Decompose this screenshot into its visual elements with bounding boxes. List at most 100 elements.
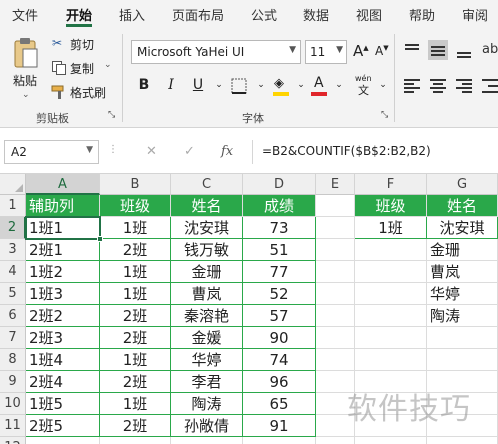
tab-home[interactable]: 开始 [66, 5, 92, 24]
column-header-e[interactable]: E [316, 174, 355, 195]
table-cell[interactable]: 2班4 [26, 371, 100, 393]
orientation-icon[interactable]: ab [482, 42, 498, 57]
chevron-down-icon[interactable]: ⌄ [328, 74, 350, 96]
tab-page-layout[interactable]: 页面布局 [172, 5, 224, 24]
bold-button[interactable]: B [133, 74, 155, 96]
row-header-4[interactable]: 4 [0, 261, 26, 283]
tab-data[interactable]: 数据 [303, 5, 329, 24]
grid-cell[interactable] [427, 349, 498, 371]
grid-cell[interactable] [316, 195, 355, 217]
tab-formulas[interactable]: 公式 [251, 5, 277, 24]
grid-cell[interactable] [316, 437, 355, 444]
row-header-11[interactable]: 11 [0, 415, 26, 437]
table-cell[interactable]: 96 [243, 371, 316, 393]
decrease-indent-button[interactable] [480, 76, 498, 96]
grid-cell[interactable] [316, 349, 355, 371]
grid-cell[interactable] [355, 437, 427, 444]
lookup-cell[interactable]: 华婷 [427, 283, 498, 305]
table-header-cell[interactable]: 成绩 [243, 195, 316, 217]
table-cell[interactable]: 1班5 [26, 393, 100, 415]
table-cell[interactable]: 曹岚 [171, 283, 243, 305]
lookup-cell[interactable]: 陶涛 [427, 305, 498, 327]
row-header-10[interactable]: 10 [0, 393, 26, 415]
row-header-5[interactable]: 5 [0, 283, 26, 305]
grid-cell[interactable] [316, 305, 355, 327]
table-cell[interactable]: 金媛 [171, 327, 243, 349]
table-cell[interactable]: 秦溶艳 [171, 305, 243, 327]
lookup-cell[interactable] [355, 305, 427, 327]
grid-cell[interactable] [100, 437, 171, 444]
table-cell[interactable]: 65 [243, 393, 316, 415]
worksheet-grid[interactable]: ABCDEFG 123456789101112 辅助列班级姓名成绩1班11班沈安… [0, 174, 498, 444]
grid-cell[interactable] [427, 437, 498, 444]
table-cell[interactable]: 77 [243, 261, 316, 283]
insert-function-icon[interactable]: fx [221, 144, 233, 159]
table-cell[interactable]: 73 [243, 217, 316, 239]
tab-view[interactable]: 视图 [356, 5, 382, 24]
table-cell[interactable]: 74 [243, 349, 316, 371]
dialog-launcher-icon[interactable]: ⤡ [381, 110, 388, 120]
tab-help[interactable]: 帮助 [409, 5, 435, 24]
column-header-f[interactable]: F [355, 174, 427, 195]
table-cell[interactable]: 2班 [100, 415, 171, 437]
grid-cell[interactable] [355, 349, 427, 371]
table-cell[interactable]: 1班 [100, 393, 171, 415]
table-cell[interactable]: 2班3 [26, 327, 100, 349]
lookup-cell[interactable] [355, 239, 427, 261]
row-header-2[interactable]: 2 [0, 217, 26, 239]
table-cell[interactable]: 金珊 [171, 261, 243, 283]
italic-button[interactable]: I [160, 74, 182, 96]
fill-handle[interactable] [97, 236, 103, 242]
table-cell[interactable]: 1班 [100, 283, 171, 305]
lookup-cell[interactable]: 1班 [355, 217, 427, 239]
table-cell[interactable]: 1班3 [26, 283, 100, 305]
chevron-down-icon[interactable]: ⌄ [290, 74, 312, 96]
lookup-cell[interactable] [355, 283, 427, 305]
table-cell[interactable]: 52 [243, 283, 316, 305]
table-cell[interactable]: 2班 [100, 327, 171, 349]
table-cell[interactable]: 1班2 [26, 261, 100, 283]
underline-button[interactable]: U [187, 74, 209, 96]
close-icon[interactable]: ✕ [146, 144, 157, 159]
tab-insert[interactable]: 插入 [119, 5, 145, 24]
table-header-cell[interactable]: 班级 [100, 195, 171, 217]
lookup-cell[interactable]: 曹岚 [427, 261, 498, 283]
grid-cell[interactable] [171, 437, 243, 444]
row-header-7[interactable]: 7 [0, 327, 26, 349]
lookup-cell[interactable]: 沈安琪 [427, 217, 498, 239]
table-cell[interactable]: 1班4 [26, 349, 100, 371]
table-cell[interactable]: 1班 [100, 349, 171, 371]
table-cell[interactable]: 51 [243, 239, 316, 261]
table-cell[interactable]: 2班 [100, 239, 171, 261]
lookup-cell[interactable]: 金珊 [427, 239, 498, 261]
decrease-font-icon[interactable]: A▼ [375, 44, 389, 58]
chevron-down-icon[interactable]: ⌄ [250, 74, 272, 96]
table-cell[interactable]: 2班2 [26, 305, 100, 327]
table-cell[interactable]: 91 [243, 415, 316, 437]
chevron-down-icon[interactable]: ⌄ [208, 74, 230, 96]
align-top-button[interactable] [402, 40, 422, 60]
row-header-12[interactable]: 12 [0, 437, 26, 444]
table-cell[interactable]: 沈安琪 [171, 217, 243, 239]
font-size-select[interactable]: 11 ▼ [305, 40, 347, 64]
align-middle-button[interactable] [428, 40, 448, 60]
table-cell[interactable]: 90 [243, 327, 316, 349]
formula-input[interactable]: =B2&COUNTIF($B$2:B2,B2) [262, 144, 431, 158]
grid-cell[interactable] [316, 239, 355, 261]
table-cell[interactable]: 华婷 [171, 349, 243, 371]
grid-cell[interactable] [26, 437, 100, 444]
chevron-down-icon[interactable]: ⌄ [372, 74, 394, 96]
fill-color-button[interactable]: ◈ [272, 76, 290, 96]
align-right-button[interactable] [454, 76, 474, 96]
borders-icon[interactable] [230, 77, 248, 95]
align-bottom-button[interactable] [454, 40, 474, 60]
tab-review[interactable]: 审阅 [462, 5, 488, 24]
row-header-8[interactable]: 8 [0, 349, 26, 371]
table-cell[interactable]: 2班1 [26, 239, 100, 261]
table-cell[interactable]: 钱万敏 [171, 239, 243, 261]
table-cell[interactable]: 57 [243, 305, 316, 327]
name-box[interactable]: A2 ▼ [4, 140, 99, 164]
align-left-button[interactable] [402, 76, 422, 96]
check-icon[interactable]: ✓ [184, 144, 195, 159]
row-header-9[interactable]: 9 [0, 371, 26, 393]
